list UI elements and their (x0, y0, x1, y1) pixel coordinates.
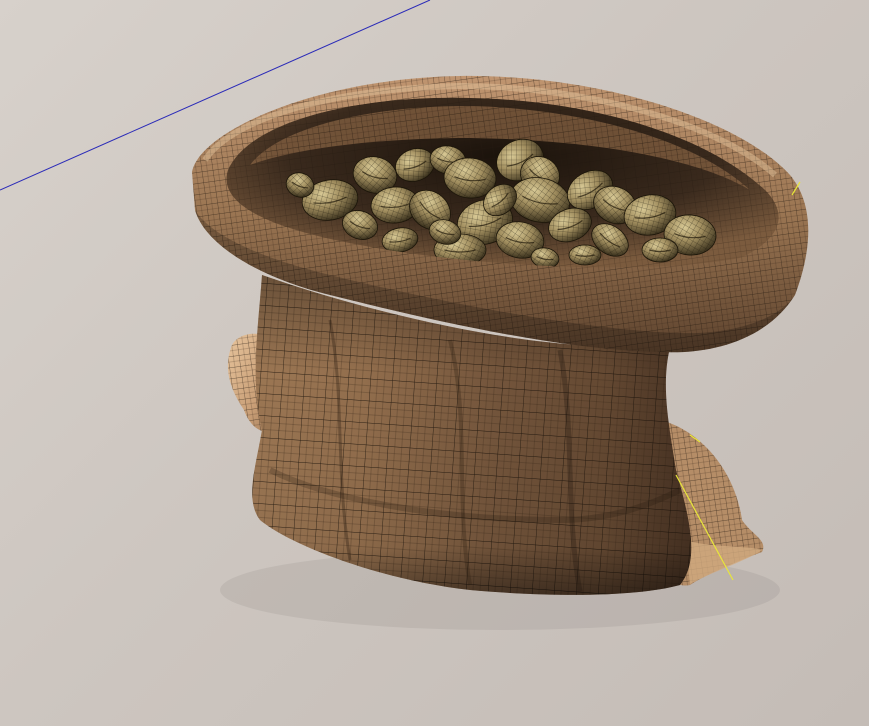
coffee-bean-mesh (642, 238, 678, 262)
scene-canvas[interactable] (0, 0, 869, 726)
3d-viewport[interactable] (0, 0, 869, 726)
coffee-bean-mesh (569, 245, 601, 265)
